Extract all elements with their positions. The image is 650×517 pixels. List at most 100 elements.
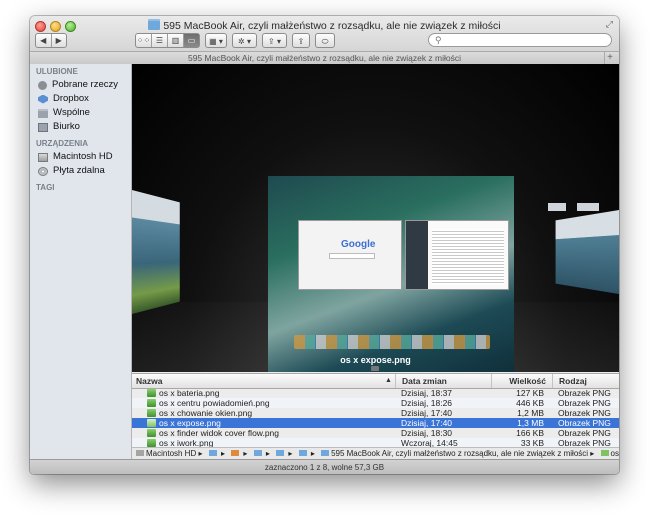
article-sidebar-graphic bbox=[406, 221, 428, 289]
file-size: 446 KB bbox=[516, 398, 544, 408]
table-row[interactable]: os x chowanie okien.png Dzisiaj, 17:40 1… bbox=[132, 408, 619, 418]
file-date: Wczoraj, 14:45 bbox=[401, 438, 458, 447]
sidebar-item-label: Biurko bbox=[53, 121, 80, 132]
search-field[interactable]: ⚲ bbox=[428, 33, 612, 47]
sidebar-item-label: Pobrane rzeczy bbox=[52, 79, 119, 90]
png-file-icon bbox=[147, 399, 156, 407]
share-button[interactable]: ⇪ bbox=[292, 33, 310, 48]
path-segment-disk[interactable]: Macintosh HD bbox=[136, 448, 196, 459]
path-segment-folder[interactable] bbox=[298, 448, 309, 459]
png-file-icon bbox=[600, 450, 609, 456]
png-file-icon bbox=[147, 389, 156, 397]
forward-button[interactable]: ▶ bbox=[52, 34, 67, 47]
shared-folder-icon bbox=[38, 108, 48, 118]
sidebar-section-tags: TAGI bbox=[36, 183, 55, 192]
desktop-icon bbox=[38, 122, 48, 132]
search-box-graphic bbox=[329, 253, 375, 259]
dropbox-button[interactable]: ⇪ ▾ bbox=[262, 33, 287, 48]
title-bar: 595 MacBook Air, czyli małżeństwo z rozs… bbox=[30, 16, 619, 64]
tags-button[interactable]: ⬭ bbox=[315, 33, 335, 48]
new-tab-button[interactable]: + bbox=[604, 52, 615, 64]
sidebar-item-label: Wspólne bbox=[53, 107, 90, 118]
dock-graphic bbox=[294, 335, 490, 349]
status-text: zaznaczono 1 z 8, wolne 57,3 GB bbox=[264, 463, 385, 472]
file-kind: Obrazek PNG bbox=[558, 388, 611, 398]
list-header: Nazwa ▲ Data zmian Wielkość Rodzaj bbox=[132, 373, 619, 389]
file-size: 33 KB bbox=[520, 438, 544, 447]
icon-view-button[interactable]: ⁘⁘ bbox=[136, 34, 152, 47]
sidebar-item-downloads[interactable]: Pobrane rzeczy bbox=[30, 78, 131, 92]
tab-bar: 595 MacBook Air, czyli małżeństwo z rozs… bbox=[30, 51, 619, 64]
arrange-button[interactable]: ▦ ▾ bbox=[205, 33, 227, 48]
sidebar-item-label: Macintosh HD bbox=[53, 151, 113, 162]
back-button[interactable]: ◀ bbox=[36, 34, 52, 47]
cover-thumbnail-far-right-2[interactable] bbox=[577, 203, 599, 211]
column-header-date[interactable]: Data zmian bbox=[395, 374, 447, 388]
table-row[interactable]: os x centru powiadomień.png Dzisiaj, 18:… bbox=[132, 398, 619, 408]
sidebar-item-macintosh-hd[interactable]: Macintosh HD bbox=[30, 150, 131, 164]
path-segment-current-folder[interactable]: 595 MacBook Air, czyli małżeństwo z rozs… bbox=[321, 448, 588, 459]
cover-thumbnail-left[interactable] bbox=[132, 190, 180, 314]
search-icon: ⚲ bbox=[435, 35, 442, 45]
file-kind: Obrazek PNG bbox=[558, 428, 611, 438]
file-date: Dzisiaj, 17:40 bbox=[401, 418, 453, 428]
cover-selected[interactable]: Google bbox=[268, 176, 514, 372]
list-view-button[interactable]: ☰ bbox=[152, 34, 168, 47]
file-name: os x finder widok cover flow.png bbox=[159, 428, 280, 438]
dropbox-icon bbox=[38, 94, 48, 104]
file-name: os x expose.png bbox=[159, 418, 221, 428]
column-view-button[interactable]: ▥ bbox=[168, 34, 184, 47]
table-row[interactable]: os x finder widok cover flow.png Dzisiaj… bbox=[132, 428, 619, 438]
path-segment-folder[interactable] bbox=[253, 448, 264, 459]
expose-window-article bbox=[405, 220, 509, 290]
folder-icon bbox=[208, 450, 217, 456]
column-header-name[interactable]: Nazwa bbox=[136, 374, 162, 388]
file-date: Dzisiaj, 18:26 bbox=[401, 398, 453, 408]
expose-window-browser: Google bbox=[298, 220, 402, 290]
sidebar-section-favorites: ULUBIONE bbox=[36, 67, 78, 76]
coverflow-scroll-indicator[interactable] bbox=[371, 366, 379, 371]
path-segment-home[interactable] bbox=[231, 448, 241, 459]
sidebar-item-shared[interactable]: Wspólne bbox=[30, 106, 131, 120]
file-date: Dzisiaj, 18:37 bbox=[401, 388, 453, 398]
folder-icon bbox=[298, 450, 307, 456]
path-segment-folder[interactable] bbox=[276, 448, 286, 459]
path-bar: Macintosh HD ▸ ▸ ▸ ▸ ▸ ▸ 595 MacBook Air… bbox=[132, 447, 619, 459]
fullscreen-icon[interactable]: ⤢ bbox=[606, 19, 613, 30]
view-mode-control: ⁘⁘ ☰ ▥ ▭ bbox=[135, 33, 200, 48]
cover-thumbnail-right[interactable] bbox=[555, 210, 619, 294]
path-segment-folder[interactable] bbox=[208, 448, 219, 459]
coverflow-preview[interactable]: Google os x expose.png bbox=[132, 64, 619, 372]
cover-thumbnail-far-right[interactable] bbox=[548, 203, 566, 211]
action-button[interactable]: ✲ ▾ bbox=[232, 33, 257, 48]
png-file-icon bbox=[147, 409, 156, 417]
table-row[interactable]: os x iwork.png Wczoraj, 14:45 33 KB Obra… bbox=[132, 438, 619, 447]
file-date: Dzisiaj, 18:30 bbox=[401, 428, 453, 438]
file-name: os x chowanie okien.png bbox=[159, 408, 253, 418]
column-header-size[interactable]: Wielkość bbox=[491, 374, 549, 388]
downloads-icon bbox=[38, 80, 47, 90]
png-file-icon bbox=[147, 429, 156, 437]
file-size: 1,2 MB bbox=[517, 408, 544, 418]
file-kind: Obrazek PNG bbox=[558, 398, 611, 408]
path-segment-file[interactable]: os x expose.png bbox=[600, 448, 619, 459]
file-size: 166 KB bbox=[516, 428, 544, 438]
table-row-selected[interactable]: os x expose.png Dzisiaj, 17:40 1,3 MB Ob… bbox=[132, 418, 619, 428]
file-name: os x bateria.png bbox=[159, 388, 220, 398]
sidebar-section-devices: URZĄDZENIA bbox=[36, 139, 88, 148]
tab-title[interactable]: 595 MacBook Air, czyli małżeństwo z rozs… bbox=[188, 53, 461, 63]
coverflow-view-button[interactable]: ▭ bbox=[184, 34, 199, 47]
status-bar: zaznaczono 1 z 8, wolne 57,3 GB bbox=[30, 459, 619, 474]
png-file-icon bbox=[147, 439, 156, 447]
sidebar-item-dropbox[interactable]: Dropbox bbox=[30, 92, 131, 106]
file-name: os x iwork.png bbox=[159, 438, 214, 447]
column-header-kind[interactable]: Rodzaj bbox=[552, 374, 587, 388]
sidebar-item-desktop[interactable]: Biurko bbox=[30, 120, 131, 134]
sidebar: ULUBIONE Pobrane rzeczy Dropbox Wspólne … bbox=[30, 64, 132, 462]
png-file-icon bbox=[147, 419, 156, 427]
remote-disc-icon bbox=[38, 166, 48, 176]
sidebar-item-label: Dropbox bbox=[53, 93, 89, 104]
table-row[interactable]: os x bateria.png Dzisiaj, 18:37 127 KB O… bbox=[132, 388, 619, 398]
finder-window: 595 MacBook Air, czyli małżeństwo z rozs… bbox=[30, 16, 619, 474]
sidebar-item-remote-disc[interactable]: Płyta zdalna bbox=[30, 164, 131, 178]
